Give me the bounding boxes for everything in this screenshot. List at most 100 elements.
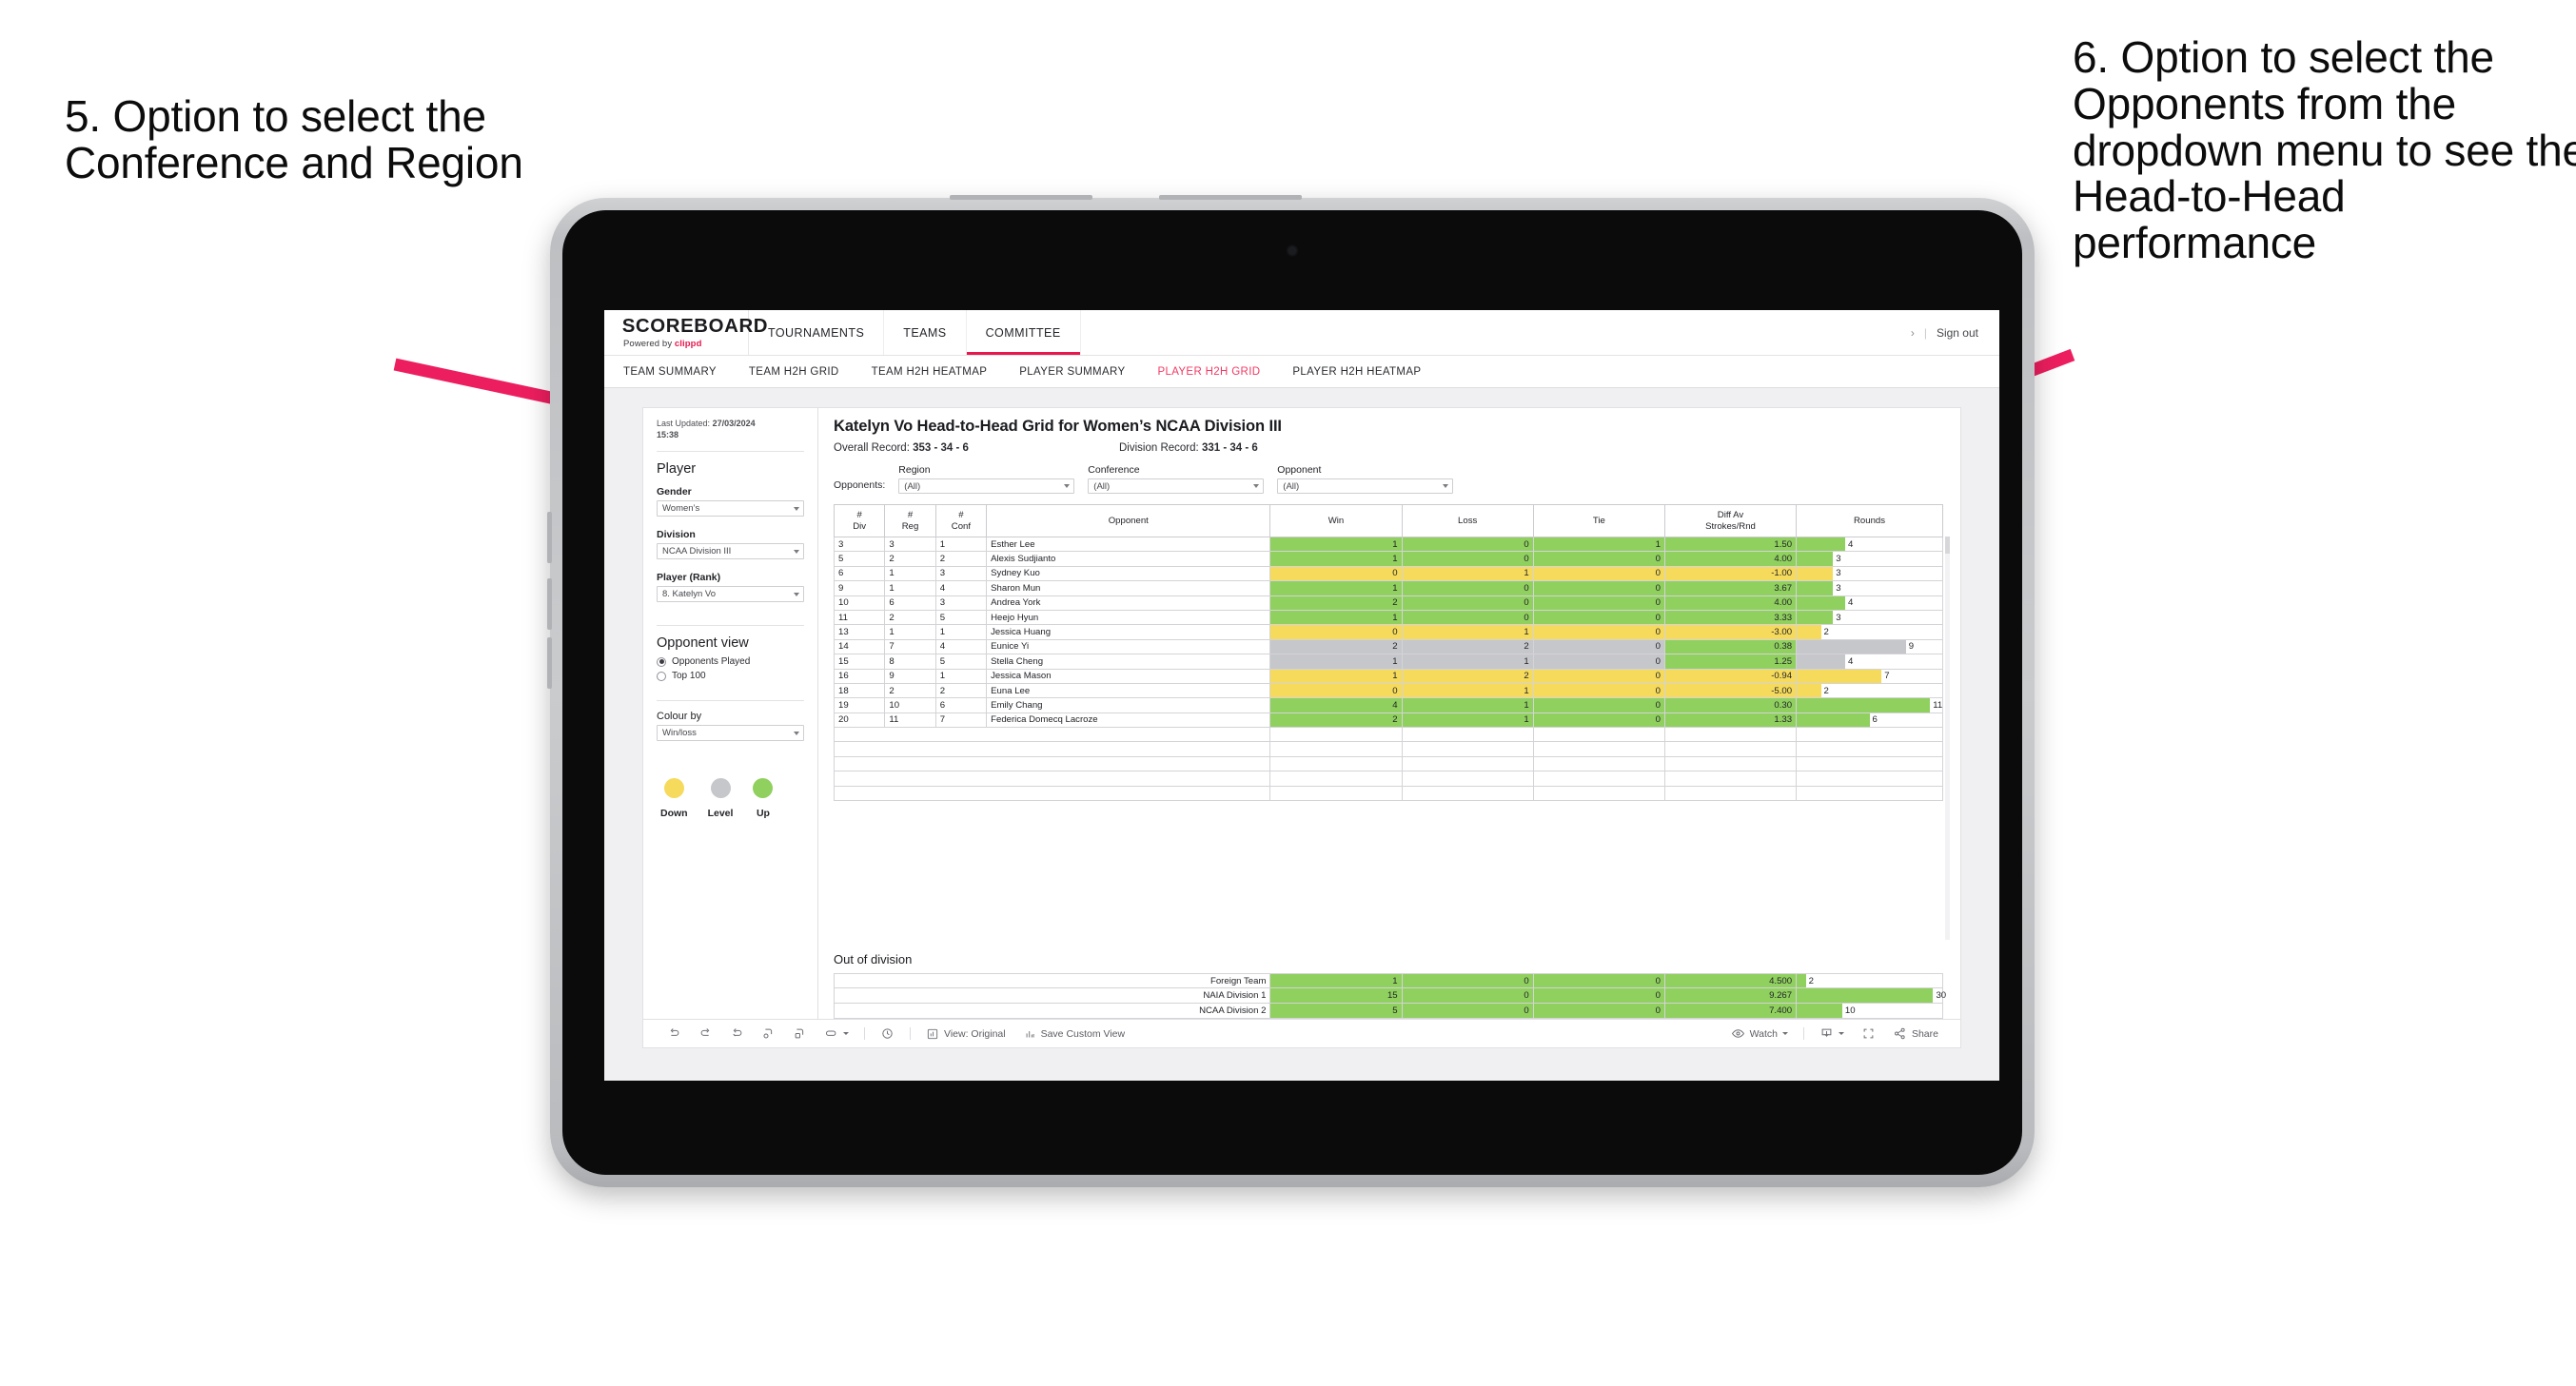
tab-team-summary[interactable]: TEAM SUMMARY	[623, 366, 717, 378]
label-colour-by: Colour by	[657, 711, 702, 723]
cell-loss: 0	[1401, 609, 1534, 626]
ood-cell-win: 15	[1269, 987, 1403, 1005]
nav-item-teams[interactable]: TEAMS	[884, 310, 967, 355]
power-button[interactable]	[547, 637, 552, 689]
ood-cell-rounds: 10	[1796, 1003, 1943, 1019]
cell-conf: 5	[934, 609, 988, 626]
table-row[interactable]: 14 7 4 Eunice Yi 2 2 0 0.38 9	[833, 638, 1943, 655]
cell-reg: 2	[884, 682, 936, 699]
tab-team-h2h-grid[interactable]: TEAM H2H GRID	[749, 366, 839, 378]
colour-by-select[interactable]: Win/loss	[657, 725, 804, 742]
cell-conf: 1	[934, 668, 988, 684]
label-player-rank: Player (Rank)	[657, 572, 721, 584]
nav-item-committee[interactable]: COMMITTEE	[966, 310, 1081, 355]
label-division: Division	[657, 529, 696, 541]
cell-reg: 10	[884, 697, 936, 713]
table-row[interactable]: 13 1 1 Jessica Huang 0 1 0 -3.00 2	[833, 624, 1943, 640]
save-custom-view-label: Save Custom View	[1040, 1027, 1126, 1040]
out-of-division-table: Foreign Team 1 0 0 4.500 2 NAIA Division 1 15 0 0…	[833, 972, 1946, 1019]
chevron-right-icon[interactable]: ›	[1911, 326, 1915, 340]
chevron-down-icon	[1838, 1032, 1844, 1035]
cell-win: 0	[1269, 565, 1403, 582]
watch-button[interactable]: Watch	[1722, 1026, 1797, 1041]
cell-loss: 0	[1401, 595, 1534, 611]
table-row[interactable]: 20 11 7 Federica Domecq Lacroze 2 1 0 1.33 6	[833, 712, 1943, 729]
view-original-button[interactable]: View: Original	[917, 1027, 1014, 1041]
table-row[interactable]: 16 9 1 Jessica Mason 1 2 0 -0.94 7	[833, 668, 1943, 684]
division-select[interactable]: NCAA Division III	[657, 543, 804, 560]
cell-win: 4	[1269, 697, 1403, 713]
cell-tie: 0	[1532, 638, 1665, 655]
pause-button[interactable]	[784, 1026, 816, 1041]
cell-opponent: Eunice Yi	[986, 638, 1271, 655]
tab-player-h2h-heatmap[interactable]: PLAYER H2H HEATMAP	[1292, 366, 1421, 378]
history-button[interactable]	[872, 1026, 903, 1041]
ood-row[interactable]: NCAA Division 2 5 0 0 7.400 10	[833, 1003, 1943, 1019]
cell-tie: 0	[1532, 551, 1665, 567]
region-select[interactable]: (All)	[898, 478, 1075, 494]
tab-team-h2h-heatmap[interactable]: TEAM H2H HEATMAP	[872, 366, 988, 378]
h2h-grid-head: #Div #Reg #Conf Opponent Win Loss Tie	[833, 504, 1943, 537]
refresh-button[interactable]	[753, 1026, 784, 1041]
sign-out-link[interactable]: Sign out	[1937, 326, 1978, 340]
table-row[interactable]: 15 8 5 Stella Cheng 1 1 0 1.25 4	[833, 654, 1943, 670]
ood-cell-name: NCAA Division 2	[833, 1003, 1271, 1019]
tab-player-summary[interactable]: PLAYER SUMMARY	[1019, 366, 1125, 378]
cell-opponent: Federica Domecq Lacroze	[986, 712, 1271, 729]
volume-up-button[interactable]	[547, 512, 552, 563]
table-row[interactable]: 3 3 1 Esther Lee 1 0 1 1.50 4	[833, 536, 1943, 553]
table-row[interactable]: 5 2 2 Alexis Sudjianto 1 0 0 4.00 3	[833, 551, 1943, 567]
pan-mode-button[interactable]	[816, 1026, 857, 1041]
cell-rounds: 4	[1796, 595, 1943, 611]
tab-player-h2h-grid[interactable]: PLAYER H2H GRID	[1157, 366, 1260, 378]
table-row[interactable]: 6 1 3 Sydney Kuo 0 1 0 -1.00 3	[833, 565, 1943, 582]
cell-opponent: Stella Cheng	[986, 654, 1271, 670]
fullscreen-button[interactable]	[1853, 1026, 1884, 1041]
viz-toolbar: View: Original Save Custom View Watch Sh…	[643, 1019, 1960, 1047]
conference-select[interactable]: (All)	[1088, 478, 1265, 494]
cell-loss: 0	[1401, 580, 1534, 596]
cell-div: 3	[833, 536, 886, 553]
colour-by-value: Win/loss	[662, 728, 697, 739]
cell-reg: 1	[884, 624, 936, 640]
last-updated-label: Last Updated:	[657, 419, 711, 428]
table-row[interactable]: 9 1 4 Sharon Mun 1 0 0 3.67 3	[833, 580, 1943, 596]
primary-nav: TOURNAMENTS TEAMS COMMITTEE	[749, 310, 1081, 355]
revert-button[interactable]	[721, 1026, 753, 1041]
share-button[interactable]: Share	[1884, 1026, 1947, 1041]
opponent-select[interactable]: (All)	[1277, 478, 1454, 494]
cell-opponent: Esther Lee	[986, 536, 1271, 553]
cell-tie: 0	[1532, 712, 1665, 729]
download-button[interactable]	[1811, 1026, 1853, 1041]
gender-select[interactable]: Women’s	[657, 500, 804, 517]
cell-div: 10	[833, 595, 886, 611]
ood-row[interactable]: NAIA Division 1 15 0 0 9.267 30	[833, 987, 1946, 1005]
table-row[interactable]: 11 2 5 Heejo Hyun 1 0 0 3.33 3	[833, 609, 1943, 626]
cell-div: 14	[833, 638, 886, 655]
legend-swatch-down	[663, 778, 684, 799]
volume-down-button[interactable]	[547, 578, 552, 630]
col-tie: Tie	[1532, 504, 1665, 537]
save-custom-view-button[interactable]: Save Custom View	[1014, 1027, 1134, 1041]
brand-logo[interactable]: SCOREBOARD Powered by clippd	[604, 310, 768, 355]
col-opponent: Opponent	[986, 504, 1271, 537]
grid-scrollbar-thumb[interactable]	[1945, 537, 1950, 554]
ood-row[interactable]: Foreign Team 1 0 0 4.500 2	[833, 972, 1943, 989]
cell-loss: 1	[1401, 624, 1534, 640]
nav-item-tournaments[interactable]: TOURNAMENTS	[749, 310, 885, 355]
antenna-line-2	[1159, 195, 1302, 200]
field-gender: Gender Women’s	[657, 486, 804, 517]
cell-tie: 0	[1532, 624, 1665, 640]
table-row[interactable]: 18 2 2 Euna Lee 0 1 0 -5.00 2	[833, 682, 1943, 699]
grid-scrollbar[interactable]	[1945, 537, 1950, 940]
redo-button[interactable]	[690, 1026, 721, 1041]
cell-tie: 0	[1532, 668, 1665, 684]
player-rank-select[interactable]: 8. Katelyn Vo	[657, 586, 804, 603]
radio-opponents-played[interactable]: Opponents Played	[657, 656, 804, 667]
table-row[interactable]: 10 6 3 Andrea York 2 0 0 4.00 4	[833, 595, 1943, 611]
undo-button[interactable]	[659, 1026, 690, 1041]
division-record-label: Division Record:	[1119, 442, 1199, 454]
cell-rounds: 2	[1796, 624, 1943, 640]
radio-top-100[interactable]: Top 100	[657, 671, 804, 681]
table-row[interactable]: 19 10 6 Emily Chang 4 1 0 0.30 11	[833, 697, 1943, 713]
